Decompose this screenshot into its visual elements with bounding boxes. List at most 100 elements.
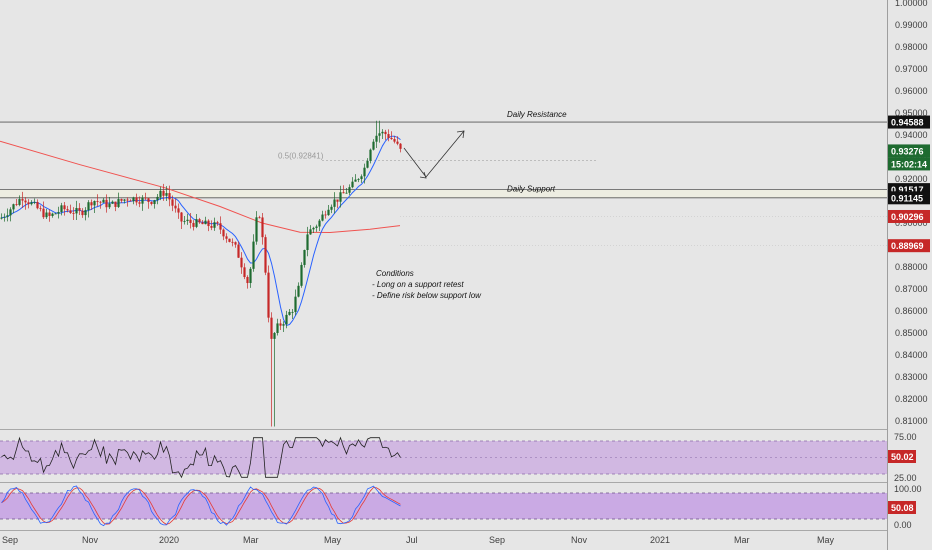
candle-body — [363, 167, 366, 177]
fib-label: 0.5(0.92841) — [278, 152, 324, 161]
candle-body — [114, 201, 117, 207]
candle-body — [378, 133, 381, 136]
candle-body — [81, 210, 84, 216]
candle-body — [300, 264, 303, 286]
candle-body — [237, 244, 240, 258]
price-badge-4: 0.91145 — [891, 193, 923, 203]
support-label: Daily Support — [507, 185, 556, 194]
candle-body — [66, 209, 69, 211]
candle-body — [27, 202, 30, 205]
time-label-nov-2019: Nov — [82, 535, 99, 545]
price-tick-0.87000: 0.87000 — [895, 284, 928, 294]
candle-body — [123, 199, 126, 201]
candle-body — [282, 324, 285, 326]
candle-body — [48, 212, 51, 216]
candle-body — [240, 257, 243, 268]
candle-body — [234, 242, 237, 245]
candle-body — [69, 210, 72, 213]
price-tick-0.85000: 0.85000 — [895, 328, 928, 338]
time-label-sep-2019: Sep — [2, 535, 18, 545]
price-scale-background — [887, 0, 932, 550]
candle-body — [210, 226, 213, 228]
candle-body — [45, 212, 48, 218]
candle-body — [120, 199, 123, 201]
price-tick-0.82000: 0.82000 — [895, 394, 928, 404]
candle-body — [141, 197, 144, 204]
candle-body — [24, 200, 27, 203]
candle-body — [180, 212, 183, 222]
candle-body — [297, 285, 300, 297]
candle-body — [9, 209, 12, 216]
candle-body — [153, 200, 156, 205]
candle-body — [183, 220, 186, 222]
candle-body — [111, 201, 114, 204]
conditions-heading: Conditions — [376, 269, 414, 278]
support-zone-fill — [0, 189, 887, 198]
candle-body — [36, 201, 39, 209]
stoch-value-badge: 50.08 — [888, 501, 916, 514]
candle-body — [6, 215, 9, 217]
price-tick-0.94000: 0.94000 — [895, 130, 928, 140]
rsi-tick-75: 75.00 — [894, 432, 917, 442]
candle-body — [333, 199, 336, 207]
candle-body — [168, 193, 171, 200]
candle-body — [213, 222, 216, 228]
price-tick-0.92000: 0.92000 — [895, 174, 928, 184]
candle-body — [255, 217, 258, 242]
candle-body — [54, 213, 57, 215]
stoch-tick-0: 0.00 — [894, 520, 912, 530]
candle-body — [396, 141, 399, 144]
candle-body — [360, 176, 363, 180]
candle-body — [138, 202, 141, 204]
candle-body — [60, 205, 63, 212]
candle-body — [186, 219, 189, 221]
candle-body — [279, 323, 282, 326]
candle-body — [252, 241, 255, 269]
chart-workspace[interactable]: Daily Resistance Daily Support 0.5(0.928… — [0, 0, 932, 550]
candle-body — [345, 192, 348, 194]
rsi-pane[interactable] — [0, 436, 887, 479]
candle-body — [165, 193, 168, 196]
candle-body — [18, 199, 21, 205]
candle-body — [294, 296, 297, 312]
candle-body — [270, 317, 273, 339]
candle-body — [102, 199, 105, 203]
stoch-badge-text: 50.08 — [891, 503, 914, 513]
candle-body — [249, 268, 252, 284]
candle-body — [207, 220, 210, 227]
candle-body — [312, 227, 315, 230]
rsi-band — [0, 441, 887, 474]
price-badge-0: 0.94588 — [891, 118, 924, 128]
candle-body — [348, 187, 351, 193]
candle-body — [324, 214, 327, 216]
candle-body — [3, 216, 6, 218]
candle-body — [204, 220, 207, 225]
candle-body — [375, 135, 378, 142]
candle-body — [39, 208, 42, 210]
rsi-badge-text: 50.02 — [891, 452, 914, 462]
candle-body — [387, 134, 390, 138]
candle-body — [216, 222, 219, 224]
candle-body — [330, 206, 333, 210]
time-label-nov-2020: Nov — [571, 535, 588, 545]
price-tick-0.98000: 0.98000 — [895, 42, 928, 52]
price-tick-0.86000: 0.86000 — [895, 306, 928, 316]
candle-body — [201, 222, 204, 225]
candle-body — [192, 222, 195, 227]
candle-body — [285, 314, 288, 325]
candle-body — [339, 192, 342, 202]
price-badge-1: 0.93276 — [891, 146, 924, 156]
candle-body — [57, 211, 60, 214]
price-tick-0.96000: 0.96000 — [895, 86, 928, 96]
candle-body — [33, 201, 36, 203]
price-tick-0.97000: 0.97000 — [895, 64, 928, 74]
candle-body — [162, 190, 165, 196]
candle-body — [171, 199, 174, 206]
candle-body — [195, 219, 198, 227]
candle-body — [0, 217, 3, 219]
candle-body — [129, 200, 132, 202]
price-scale[interactable]: 1.000000.990000.980000.970000.960000.950… — [887, 0, 932, 550]
candle-body — [84, 210, 87, 216]
candle-body — [246, 277, 249, 284]
candle-body — [327, 209, 330, 216]
